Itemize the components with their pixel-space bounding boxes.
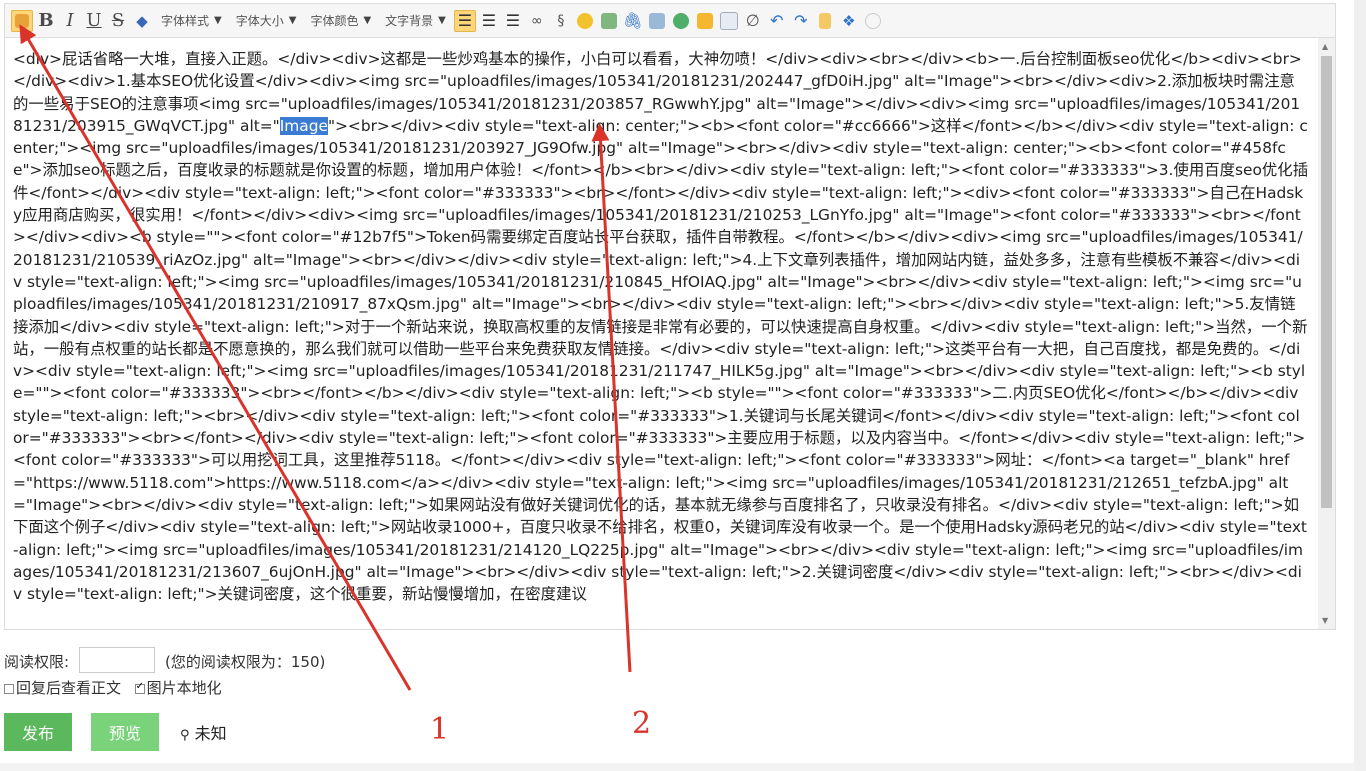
html-source-icon	[15, 13, 29, 28]
permission-hint-text: (您的阅读权限为：150)	[165, 653, 326, 671]
align-right-icon: ☰	[505, 11, 521, 30]
align-center-icon: ☰	[481, 11, 497, 30]
redo-icon: ↷	[794, 11, 808, 30]
emoji-button[interactable]	[574, 10, 596, 32]
italic-button[interactable]: I	[59, 10, 81, 32]
bold-button[interactable]: B	[35, 10, 57, 32]
unlink-icon: §	[557, 12, 565, 29]
editor-toolbar: B I U S ◆ 字体样式 ▼ 字体大小 ▼ 字体颜色 ▼ 文字背景 ▼ ☰ ☰ ☰ …	[4, 3, 1336, 37]
attachment-button[interactable]: 🖇	[622, 10, 644, 32]
link-button[interactable]: ∞	[526, 10, 548, 32]
image-icon	[600, 12, 617, 29]
eraser-icon: ◆	[136, 11, 148, 30]
font-color-dropdown[interactable]: 字体颜色 ▼	[304, 10, 377, 32]
gallery-icon	[648, 12, 665, 29]
align-left-icon: ☰	[457, 11, 473, 30]
location-indicator[interactable]: ⚲ 未知	[180, 720, 227, 744]
editor-scrollbar[interactable]: ▲ ▼	[1318, 38, 1335, 629]
publish-button[interactable]: 发布	[4, 713, 72, 751]
medal-button[interactable]	[814, 10, 836, 32]
localize-images-label[interactable]: 图片本地化	[147, 679, 222, 697]
options-row: 回复后查看正文 图片本地化	[4, 677, 222, 698]
font-size-dropdown[interactable]: 字体大小 ▼	[230, 10, 303, 32]
source-text-after: "><br></div><div style="text-align: cent…	[13, 116, 1309, 604]
chevron-circle-icon	[864, 12, 881, 29]
location-text: 未知	[194, 724, 227, 743]
localize-images-checkbox[interactable]	[134, 681, 145, 694]
font-style-dropdown[interactable]: 字体样式 ▼	[155, 10, 228, 32]
strikethrough-icon: S	[111, 9, 125, 31]
html-source-editor[interactable]: <div>屁话省略一大堆，直接入正题。</div><div>这都是一些炒鸡基本的…	[4, 37, 1336, 630]
music-icon	[672, 12, 689, 29]
font-style-label: 字体样式	[161, 14, 210, 28]
redo-button[interactable]: ↷	[790, 10, 812, 32]
unlink-button[interactable]: §	[550, 10, 572, 32]
chevron-down-icon: ▼	[363, 15, 372, 26]
reply-view-label[interactable]: 回复后查看正文	[16, 679, 121, 697]
bold-icon: B	[38, 9, 54, 31]
preview-button[interactable]: 预览	[91, 713, 159, 751]
undo-button[interactable]: ↶	[766, 10, 788, 32]
font-color-label: 字体颜色	[310, 14, 359, 28]
folder-icon	[696, 12, 713, 29]
paw-icon: ❖	[842, 11, 856, 30]
annotation-label-1: 1	[430, 712, 450, 747]
music-button[interactable]	[670, 10, 692, 32]
strikethrough-button[interactable]: S	[107, 10, 129, 32]
annotation-label-2: 2	[632, 706, 652, 741]
page-gutter	[1354, 0, 1366, 771]
location-pin-icon: ⚲	[180, 728, 190, 743]
eraser-button[interactable]: ◆	[131, 10, 153, 32]
clear-format-icon: ∅	[745, 11, 760, 30]
selected-text: Image	[279, 116, 328, 135]
italic-icon: I	[66, 9, 74, 31]
permission-input[interactable]	[79, 647, 155, 673]
file-button[interactable]	[718, 10, 740, 32]
emoji-icon	[576, 12, 593, 29]
text-bg-dropdown[interactable]: 文字背景 ▼	[379, 10, 452, 32]
link-icon: ∞	[531, 12, 543, 29]
medal-icon	[818, 12, 831, 29]
underline-icon: U	[86, 9, 102, 31]
reply-view-checkbox[interactable]	[4, 683, 14, 694]
permission-row: 阅读权限:	[4, 651, 69, 672]
file-icon	[719, 11, 738, 30]
align-right-button[interactable]: ☰	[502, 10, 524, 32]
image-button[interactable]	[598, 10, 620, 32]
scrollbar-thumb[interactable]	[1321, 56, 1332, 508]
paw-button[interactable]: ❖	[838, 10, 860, 32]
chevron-down-icon: ▼	[288, 15, 297, 26]
align-center-button[interactable]: ☰	[478, 10, 500, 32]
permission-label: 阅读权限:	[4, 653, 70, 671]
scroll-down-icon[interactable]: ▼	[1322, 616, 1328, 625]
page-footer-strip	[0, 763, 1354, 771]
html-source-button[interactable]	[11, 9, 33, 32]
source-text[interactable]: <div>屁话省略一大堆，直接入正题。</div><div>这都是一些炒鸡基本的…	[13, 48, 1309, 622]
permission-hint: (您的阅读权限为：150)	[165, 651, 325, 672]
gallery-button[interactable]	[646, 10, 668, 32]
folder-button[interactable]	[694, 10, 716, 32]
chevron-down-icon: ▼	[438, 15, 446, 26]
text-bg-label: 文字背景	[385, 14, 434, 28]
underline-button[interactable]: U	[83, 10, 105, 32]
paperclip-icon: 🖇	[622, 11, 644, 30]
chevron-down-icon: ▼	[214, 15, 222, 26]
collapse-button[interactable]	[862, 10, 884, 32]
scroll-up-icon[interactable]: ▲	[1322, 42, 1328, 51]
undo-icon: ↶	[770, 11, 784, 30]
clear-button[interactable]: ∅	[742, 10, 764, 32]
align-left-button[interactable]: ☰	[453, 9, 476, 32]
font-size-label: 字体大小	[235, 14, 284, 28]
